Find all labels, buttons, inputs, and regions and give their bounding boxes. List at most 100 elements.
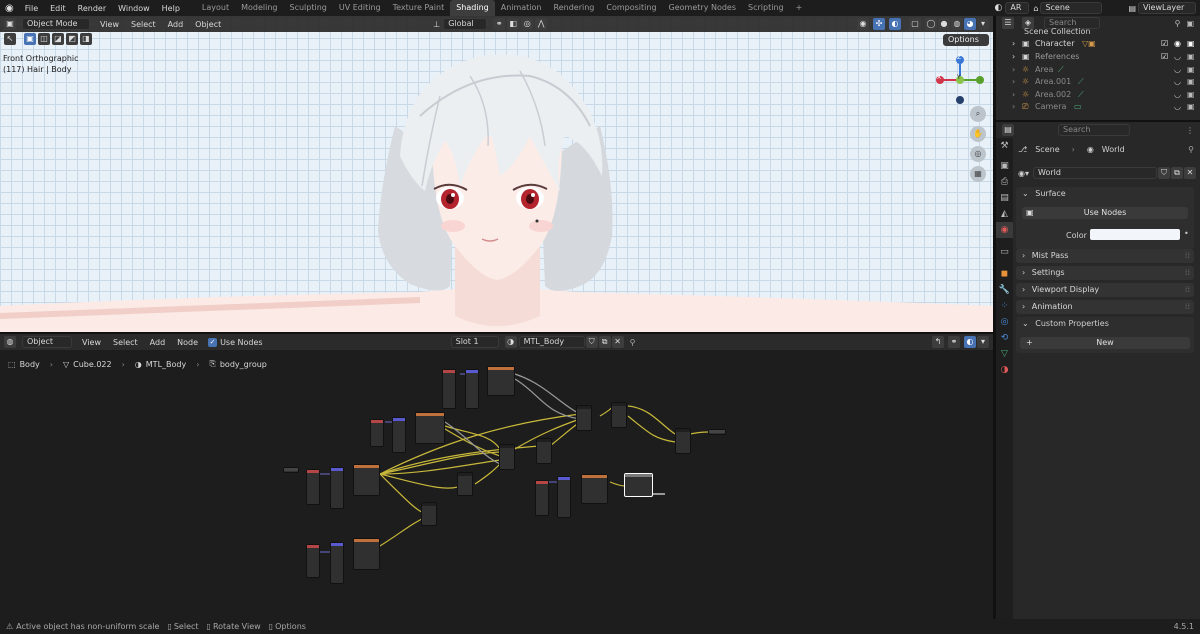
outliner-item-character[interactable]: › ▣ Character ▽▣ ☑ ◉ ▣ (996, 38, 1200, 50)
world-fake-user-icon[interactable]: ⛉ (1158, 167, 1170, 179)
language-selector[interactable]: AR (1005, 2, 1030, 14)
eye-icon[interactable]: ◉ (1174, 38, 1181, 50)
drag-handle-icon[interactable]: ⁞⁞ (1185, 249, 1190, 263)
expand-chevron-icon[interactable]: › (1012, 89, 1015, 101)
drag-handle-icon[interactable]: ⁞⁞ (1185, 300, 1190, 314)
mist-pass-panel[interactable]: › Mist Pass ⁞⁞ (1016, 249, 1194, 263)
camera-render-icon[interactable]: ▣ (1187, 38, 1195, 50)
world-unlink-icon[interactable]: ✕ (1184, 167, 1196, 179)
view-layer-selector[interactable]: ViewLayer (1138, 2, 1196, 14)
menu-file[interactable]: File (19, 4, 44, 13)
node-texture-coord-top[interactable] (442, 369, 456, 409)
tab-animation[interactable]: Animation (495, 0, 548, 16)
expand-chevron-icon[interactable]: › (1012, 51, 1015, 63)
node-texture-coord-3[interactable] (306, 469, 320, 505)
properties-search[interactable]: Search (1058, 124, 1130, 136)
world-name-field[interactable]: World (1033, 167, 1157, 179)
physics-tab-icon[interactable]: ◎ (996, 314, 1013, 330)
tab-modeling[interactable]: Modeling (235, 0, 283, 16)
node-mix-7[interactable] (675, 428, 691, 454)
node-mix-4[interactable] (536, 438, 552, 464)
tab-layout[interactable]: Layout (196, 0, 235, 16)
expand-chevron-icon[interactable]: › (1012, 76, 1015, 88)
camera-render-icon[interactable]: ▣ (1187, 89, 1195, 101)
new-property-button[interactable]: + New (1020, 337, 1190, 349)
eye-closed-icon[interactable]: ◡ (1174, 101, 1181, 113)
camera-render-icon[interactable]: ▣ (1187, 76, 1195, 88)
node-texture-coord-4[interactable] (535, 480, 549, 516)
pan-hand-icon[interactable]: ✋ (970, 126, 986, 142)
node-texture-coord-2[interactable] (370, 419, 384, 447)
node-mix-1[interactable] (457, 472, 473, 496)
node-selected[interactable] (624, 473, 653, 497)
world-color-swatch[interactable] (1090, 229, 1180, 240)
particles-tab-icon[interactable]: ⁘ (996, 298, 1013, 314)
outliner-item-area-001[interactable]: › ☼ Area.001 ⟋ ◡ ▣ (996, 76, 1200, 88)
add-workspace-button[interactable]: + (790, 0, 809, 16)
tab-shading[interactable]: Shading (450, 0, 495, 16)
node-group-input[interactable] (283, 467, 299, 473)
material-tab-icon[interactable]: ◑ (996, 362, 1013, 378)
properties-pin-icon[interactable]: ⚲ (1188, 145, 1194, 154)
vertical-area-divider[interactable] (993, 16, 996, 619)
node-image-texture-5[interactable] (353, 538, 380, 570)
surface-use-nodes-button[interactable]: ▣ Use Nodes (1022, 207, 1188, 219)
world-tab-icon[interactable]: ◉ (996, 222, 1013, 238)
view-layer-tab-icon[interactable]: ▤ (996, 190, 1013, 206)
expand-chevron-icon[interactable]: › (1012, 38, 1015, 50)
outliner-item-references[interactable]: › ▣ References ☑ ◡ ▣ (996, 51, 1200, 63)
node-mix-5[interactable] (576, 405, 592, 431)
world-browse-icon[interactable]: ◉▾ (1018, 169, 1029, 178)
surface-panel-header[interactable]: ⌄ Surface (1016, 187, 1194, 201)
node-mapping-3[interactable] (330, 467, 344, 509)
checkbox-icon[interactable]: ☑ (1161, 38, 1168, 50)
outliner-item-camera[interactable]: › ⎚ Camera ▭ ◡ ▣ (996, 101, 1200, 113)
node-mix-3[interactable] (499, 444, 515, 470)
tab-texture-paint[interactable]: Texture Paint (387, 0, 451, 16)
expand-chevron-icon[interactable]: › (1012, 64, 1015, 76)
tab-compositing[interactable]: Compositing (600, 0, 662, 16)
outliner[interactable]: ☰ ◈ Search ⚲ ▣ Scene Collection › ▣ Char… (996, 16, 1200, 120)
checkbox-icon[interactable]: ☑ (1161, 51, 1168, 63)
animation-panel[interactable]: › Animation ⁞⁞ (1016, 300, 1194, 314)
color-keyframe-dot-icon[interactable]: • (1184, 229, 1189, 238)
world-duplicate-icon[interactable]: ⧉ (1171, 167, 1183, 179)
blender-logo-icon[interactable]: ◉ (0, 3, 19, 14)
node-image-texture-top[interactable] (487, 366, 515, 396)
drag-handle-icon[interactable]: ⁞⁞ (1185, 283, 1190, 297)
node-image-texture-3[interactable] (353, 464, 380, 496)
custom-properties-header[interactable]: ⌄ Custom Properties (1016, 317, 1194, 331)
scene-selector[interactable]: Scene (1040, 2, 1103, 14)
modifier-tab-icon[interactable]: 🔧 (996, 282, 1013, 298)
object-tab-icon[interactable]: ◼ (996, 266, 1013, 282)
render-tab-icon[interactable]: ▣ (996, 158, 1013, 174)
node-image-texture-4[interactable] (581, 474, 608, 504)
node-mix-2[interactable] (421, 502, 437, 526)
camera-render-icon[interactable]: ▣ (1187, 101, 1195, 113)
horizontal-area-divider[interactable] (0, 332, 993, 334)
expand-chevron-icon[interactable]: › (1012, 101, 1015, 113)
eye-closed-icon[interactable]: ◡ (1174, 64, 1181, 76)
tab-geometry-nodes[interactable]: Geometry Nodes (663, 0, 742, 16)
node-mapping-4[interactable] (557, 476, 571, 518)
constraints-tab-icon[interactable]: ⟲ (996, 330, 1013, 346)
tool-tab-icon[interactable]: ⚒ (996, 138, 1013, 154)
drag-handle-icon[interactable]: ⁞⁞ (1185, 266, 1190, 280)
shader-node-editor[interactable]: ◍ Object View Select Add Node ✓ Use Node… (0, 334, 993, 619)
ortho-grid-icon[interactable]: ▦ (970, 166, 986, 182)
viewport-display-panel[interactable]: › Viewport Display ⁞⁞ (1016, 283, 1194, 297)
camera-view-icon[interactable]: ◎ (970, 146, 986, 162)
node-mapping-top[interactable] (465, 369, 479, 409)
scene-tab-icon[interactable]: ◭ (996, 206, 1013, 222)
outliner-scene-collection[interactable]: Scene Collection (996, 26, 1200, 38)
collection-tab-icon[interactable]: ▭ (996, 244, 1013, 260)
node-group-output[interactable] (708, 429, 726, 435)
tab-scripting[interactable]: Scripting (742, 0, 790, 16)
camera-render-icon[interactable]: ▣ (1187, 51, 1195, 63)
3d-viewport[interactable]: ▣ Object Mode View Select Add Object ⊥ G… (0, 16, 993, 332)
node-image-texture-2[interactable] (415, 412, 445, 444)
eye-closed-icon[interactable]: ◡ (1174, 76, 1181, 88)
output-tab-icon[interactable]: ⎙ (996, 174, 1013, 190)
outliner-item-area-002[interactable]: › ☼ Area.002 ⟋ ◡ ▣ (996, 89, 1200, 101)
outliner-properties-divider[interactable] (996, 120, 1200, 122)
